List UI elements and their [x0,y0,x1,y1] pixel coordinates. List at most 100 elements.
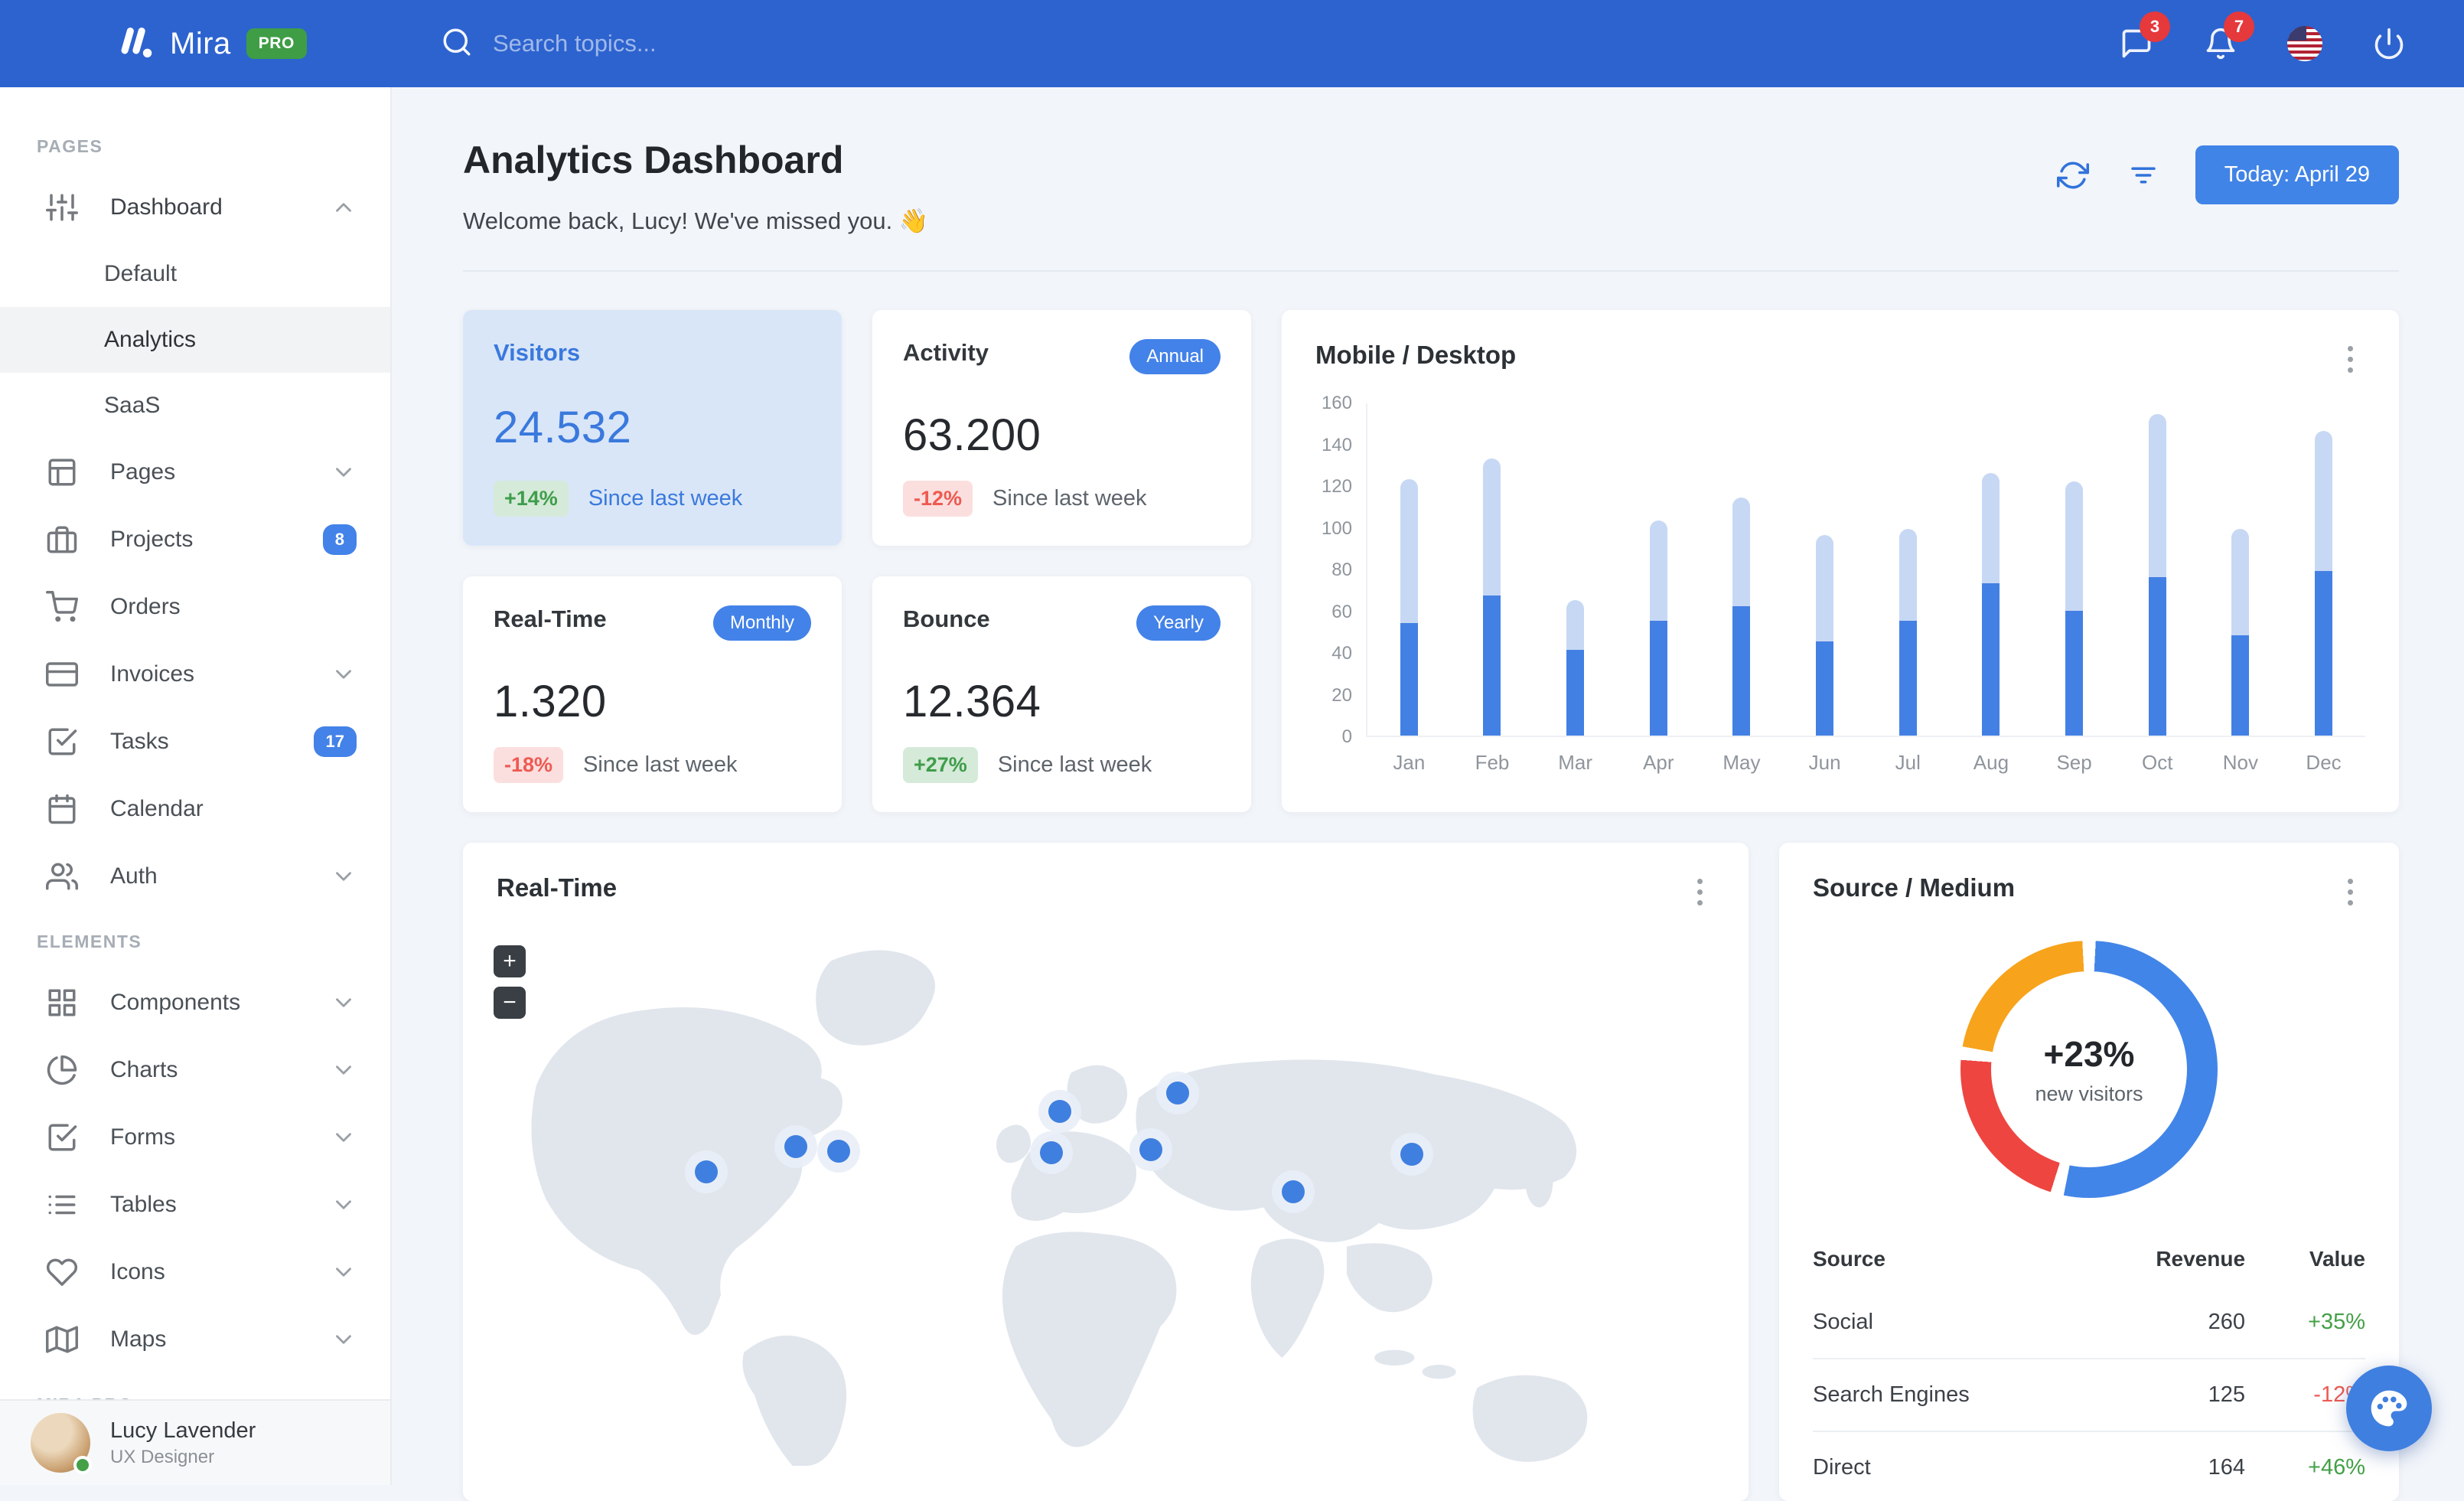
sidebar-item-forms[interactable]: Forms [0,1104,390,1171]
chart-menu-button[interactable] [2335,341,2365,377]
sidebar-item-components[interactable]: Components [0,969,390,1036]
sidebar-item-icons[interactable]: Icons [0,1238,390,1306]
auth-icon [46,860,80,893]
bar-aug [1982,473,2000,736]
sidebar-item-maps[interactable]: Maps [0,1306,390,1373]
source-table-header-revenue: Revenue [2078,1232,2268,1287]
avatar [31,1413,90,1473]
source-table-row-social: Social 260 +35% [1813,1287,2365,1359]
user-name: Lucy Lavender [110,1418,256,1444]
world-map: + − [463,918,1749,1466]
sidebar-item-orders[interactable]: Orders [0,573,390,641]
dashboard-icon [46,191,80,224]
bar-apr [1650,520,1667,736]
invoices-icon [46,658,80,691]
charts-icon [46,1053,80,1087]
online-status-dot [73,1456,92,1474]
sidebar-item-tasks[interactable]: Tasks17 [0,708,390,775]
map-marker-9[interactable] [1390,1133,1433,1176]
stat-period-badge[interactable]: Yearly [1136,605,1221,641]
stats-grid: Visitors 24.532 +14% Since last week Act… [463,310,1251,812]
orders-icon [46,590,80,624]
world-map-svg [463,918,1749,1466]
source-card-title: Source / Medium [1813,873,2015,902]
map-zoom-in-button[interactable]: + [494,945,526,977]
map-marker-7[interactable] [1129,1128,1172,1171]
sidebar-item-dashboard[interactable]: Dashboard [0,174,390,241]
date-range-button[interactable]: Today: April 29 [2195,145,2399,204]
stat-period-badge[interactable]: Monthly [713,605,811,641]
logout-button[interactable] [2369,24,2409,64]
bar-jul [1899,529,1917,736]
pages-icon [46,455,80,489]
top-navbar: Mira PRO 3 7 [0,0,2464,87]
map-card-title: Real-Time [497,873,617,902]
map-marker-8[interactable] [1272,1170,1315,1213]
sidebar-section-label-pages: PAGES [0,115,390,174]
stat-period-badge[interactable]: Annual [1129,339,1221,374]
map-marker-1[interactable] [685,1150,728,1193]
source-menu-button[interactable] [2335,873,2365,910]
page-title: Analytics Dashboard [463,138,928,182]
notifications-button[interactable]: 7 [2201,24,2241,64]
sidebar-subitem-default[interactable]: Default [0,241,390,307]
chart-card-title: Mobile / Desktop [1315,341,1516,370]
sidebar-item-charts[interactable]: Charts [0,1036,390,1104]
chevron-down-icon [331,1326,357,1353]
sidebar-item-calendar[interactable]: Calendar [0,775,390,843]
maps-icon [46,1323,80,1356]
stat-title: Bounce [903,605,990,633]
filter-button[interactable] [2125,157,2162,194]
stat-title: Visitors [494,339,580,367]
chevron-down-icon [331,863,357,889]
bar-jan [1400,479,1418,736]
donut-center-caption: new visitors [2035,1082,2143,1106]
sidebar-subitem-analytics[interactable]: Analytics [0,307,390,373]
stat-value: 63.200 [903,410,1221,461]
chevron-down-icon [331,1259,357,1285]
stat-card-real-time: Real-Time Monthly 1.320 -18% Since last … [463,576,842,812]
welcome-message: Welcome back, Lucy! We've missed you. 👋 [463,207,928,235]
theme-settings-fab[interactable] [2346,1366,2432,1451]
map-marker-6[interactable] [1156,1072,1199,1114]
bar-chart-plot [1366,403,2365,737]
map-zoom-out-button[interactable]: − [494,987,526,1019]
tasks-icon [46,725,80,759]
user-role: UX Designer [110,1447,256,1468]
bar-chart-y-axis: 020406080100120140160 [1315,403,1366,737]
source-donut-chart: +23% new visitors [1960,941,2218,1198]
sidebar-item-projects[interactable]: Projects8 [0,506,390,573]
brand-name: Mira [170,27,231,61]
bar-dec [2315,431,2332,736]
header-divider [463,270,2399,272]
sidebar-user[interactable]: Lucy Lavender UX Designer [0,1399,390,1485]
forms-icon [46,1121,80,1154]
map-marker-2[interactable] [774,1125,817,1168]
search-input[interactable] [493,30,952,57]
sidebar-item-pages[interactable]: Pages [0,439,390,506]
sidebar-item-auth[interactable]: Auth [0,843,390,910]
chevron-down-icon [331,990,357,1016]
messages-button[interactable]: 3 [2117,24,2156,64]
map-marker-4[interactable] [1038,1090,1081,1133]
map-marker-5[interactable] [1030,1131,1073,1174]
refresh-button[interactable] [2055,157,2091,194]
stat-caption: Since last week [992,486,1147,511]
language-selector[interactable] [2285,24,2325,64]
source-table-row-search-engines: Search Engines 125 -12% [1813,1359,2365,1431]
sidebar-subitem-saas[interactable]: SaaS [0,373,390,439]
refresh-icon [2057,159,2089,191]
map-marker-3[interactable] [817,1130,860,1173]
stat-card-activity: Activity Annual 63.200 -12% Since last w… [872,310,1251,546]
source-table-header-value: Value [2268,1232,2365,1287]
sidebar-item-tables[interactable]: Tables [0,1171,390,1238]
components-icon [46,986,80,1020]
donut-center-value: +23% [2044,1033,2135,1075]
icons-icon [46,1255,80,1289]
map-menu-button[interactable] [1684,873,1715,910]
brand[interactable]: Mira PRO [0,24,392,64]
sidebar-item-invoices[interactable]: Invoices [0,641,390,708]
notifications-count-badge: 7 [2224,11,2254,42]
search-icon [441,26,473,62]
messages-count-badge: 3 [2140,11,2170,42]
